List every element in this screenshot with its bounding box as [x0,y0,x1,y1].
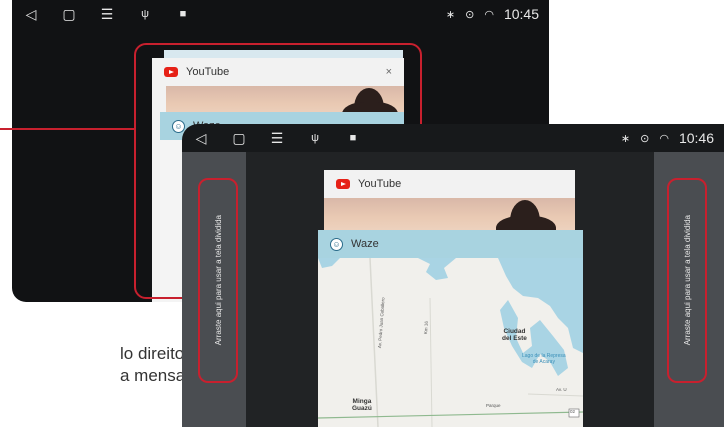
right-drop-zone-label: Arraste aqui para usar a tela dividida [682,215,692,346]
menu-nav-icon[interactable]: ☰ [88,6,126,23]
map-label-route: 02 [570,409,576,414]
location-icon: ⊙ [465,8,475,21]
youtube-icon [336,179,350,189]
map-label-road-2: Km 16 [423,320,429,335]
bluetooth-icon: ∗ [620,132,631,145]
wifi-icon: ◠ [484,8,494,21]
back-nav-icon[interactable]: ◁ [12,6,50,23]
location-icon: ⊙ [640,132,650,145]
left-drop-zone-label: Arraste aqui para usar a tela dividida [213,215,223,346]
status-time: 10:46 [678,130,714,146]
back-nav-icon[interactable]: ◁ [182,130,220,147]
home-nav-icon[interactable]: ▢ [220,130,258,147]
map-view[interactable]: Ciudad del Este Lago de la Represa de Ac… [318,258,583,427]
waze-card-title: Waze [351,238,379,250]
map-label-minga: Minga Guazú [352,398,372,413]
page: ◁ ▢ ☰ ψ ■ ∗ ⊙ ◠ 10:45 YouTube × ☺ lo dir… [0,0,724,427]
right-drop-zone[interactable]: Arraste aqui para usar a tela dividida [667,178,707,383]
usb-icon: ψ [311,132,319,144]
map-label-lake: Lago de la Represa de Acaray [522,353,566,365]
front-status-bar: ◁ ▢ ☰ ψ ■ ∗ ⊙ ◠ 10:46 [182,124,724,152]
status-time: 10:45 [503,6,539,22]
menu-nav-icon[interactable]: ☰ [258,130,296,147]
map-label-poi: Parque [486,403,501,408]
bluetooth-icon: ∗ [445,8,456,21]
waze-icon: ☺ [330,237,343,251]
map-label-city: Ciudad del Este [502,328,527,343]
wifi-icon: ◠ [659,132,669,145]
youtube-card-header: YouTube [324,170,575,198]
left-drop-zone[interactable]: Arraste aqui para usar a tela dividida [198,178,238,383]
back-status-bar: ◁ ▢ ☰ ψ ■ ∗ ⊙ ◠ 10:45 [12,0,549,28]
notification-icon: ■ [179,8,187,20]
notification-icon: ■ [349,132,357,144]
front-screen: ◁ ▢ ☰ ψ ■ ∗ ⊙ ◠ 10:46 Arraste aqui para … [182,124,724,427]
map-label-road-3: Av. U [556,387,567,392]
front-waze-card[interactable]: ☺ Waze Ciudad del Este Lago de la Repres… [318,230,583,427]
youtube-card-title: YouTube [358,178,402,190]
usb-icon: ψ [141,8,149,20]
waze-card-header: ☺ Waze [318,230,583,258]
home-nav-icon[interactable]: ▢ [50,6,88,23]
pointer-line [0,128,135,130]
